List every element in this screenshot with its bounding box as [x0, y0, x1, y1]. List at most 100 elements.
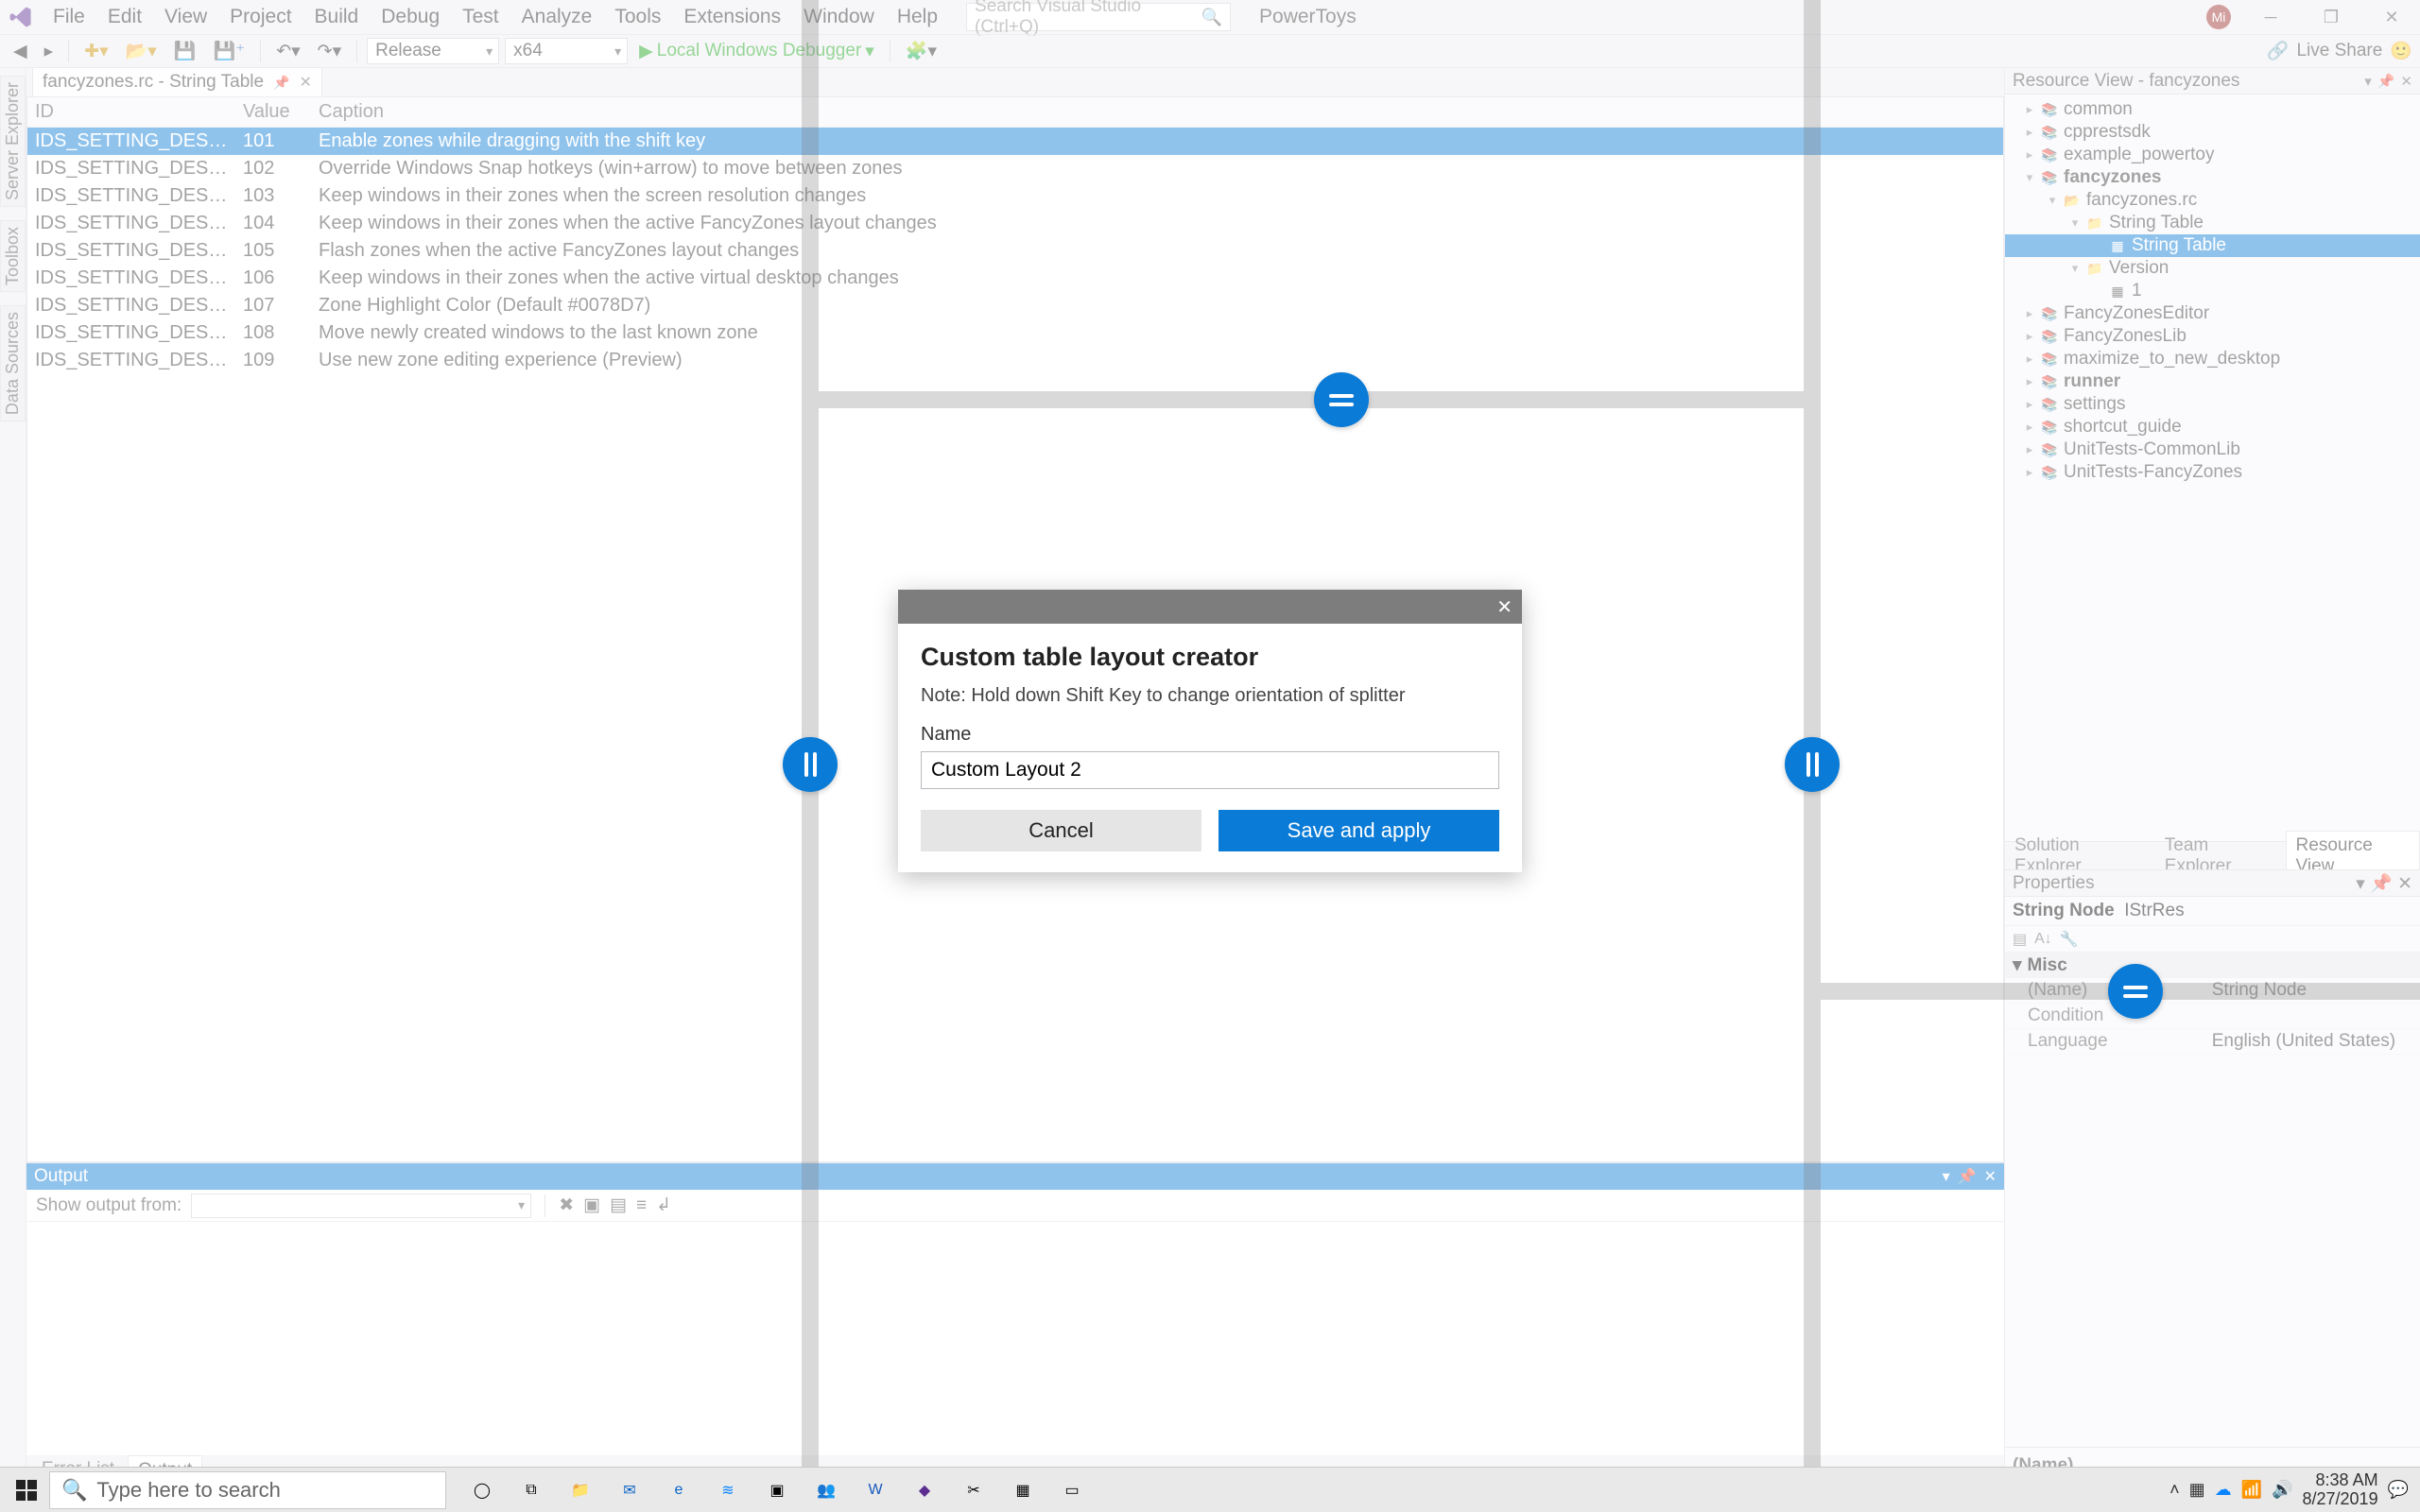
cortana-icon[interactable]: ◯	[459, 1468, 505, 1512]
tree-node[interactable]: ▸📚common	[2005, 98, 2420, 121]
col-header-id[interactable]: ID	[27, 97, 235, 128]
output-clear-button[interactable]: ✖	[559, 1194, 574, 1216]
panel-close-icon[interactable]: ✕	[2400, 73, 2412, 90]
running-app-icon[interactable]: ▭	[1049, 1468, 1095, 1512]
live-share-button[interactable]: 🔗 Live Share 🙂	[2267, 40, 2412, 62]
table-row[interactable]: IDS_SETTING_DESCRIPTION_...106Keep windo…	[27, 265, 2003, 292]
props-alpha-icon[interactable]: A↓	[2034, 931, 2052, 948]
start-button[interactable]	[4, 1468, 49, 1512]
menu-window[interactable]: Window	[794, 2, 884, 32]
prop-row[interactable]: (Name)String Node	[2005, 978, 2420, 1004]
layout-name-input[interactable]	[921, 751, 1499, 789]
output-toggle-3[interactable]: ≡	[636, 1195, 647, 1216]
window-close-icon[interactable]: ✕	[2371, 3, 2412, 31]
undo-button[interactable]: ↶▾	[270, 39, 305, 64]
user-avatar[interactable]: Mi	[2206, 5, 2231, 29]
toolbar-misc-button[interactable]: 🧩▾	[900, 38, 942, 64]
edge-icon[interactable]: e	[656, 1468, 701, 1512]
tree-node-selected[interactable]: ▦String Table	[2005, 234, 2420, 257]
document-tab[interactable]: fancyzones.rc - String Table 📌 ✕	[32, 67, 322, 96]
tray-overflow-icon[interactable]: ˄	[2169, 1480, 2180, 1500]
start-debug-button[interactable]: ▶ Local Windows Debugger ▾	[633, 39, 880, 64]
menu-help[interactable]: Help	[888, 2, 947, 32]
window-minimize-icon[interactable]: ─	[2250, 3, 2291, 31]
panel-close-icon[interactable]: ✕	[2397, 874, 2412, 894]
panel-pin-icon[interactable]: 📌	[2370, 874, 2393, 894]
props-pages-icon[interactable]: 🔧	[2060, 930, 2079, 949]
action-center-icon[interactable]: 💬	[2388, 1480, 2409, 1500]
solution-platform-select[interactable]: x64	[505, 38, 628, 64]
menu-file[interactable]: File	[43, 2, 95, 32]
tree-node[interactable]: ▸📚settings	[2005, 393, 2420, 416]
props-category-misc[interactable]: ▾Misc	[2005, 953, 2420, 978]
tree-node[interactable]: ▸📚shortcut_guide	[2005, 416, 2420, 438]
dialog-close-icon[interactable]: ✕	[1496, 595, 1512, 619]
window-restore-icon[interactable]: ❐	[2310, 3, 2352, 31]
toolbox-tab[interactable]: Toolbox	[0, 220, 26, 292]
table-row[interactable]: IDS_SETTING_DESCRIPTION_...105Flash zone…	[27, 237, 2003, 265]
output-wordwrap-button[interactable]: ↲	[656, 1194, 671, 1216]
resource-tree[interactable]: ▸📚common ▸📚cpprestsdk ▸📚example_powertoy…	[2005, 94, 2420, 841]
prop-row[interactable]: LanguageEnglish (United States)	[2005, 1029, 2420, 1055]
tray-volume-icon[interactable]: 🔊	[2272, 1480, 2292, 1500]
word-icon[interactable]: W	[853, 1468, 898, 1512]
terminal-icon[interactable]: ▣	[754, 1468, 800, 1512]
tray-network-icon[interactable]: 📶	[2241, 1480, 2262, 1500]
col-header-caption[interactable]: Caption	[311, 97, 2003, 128]
panel-pin-icon[interactable]: 📌	[2377, 73, 2395, 90]
tree-node[interactable]: ▦1	[2005, 280, 2420, 302]
save-apply-button[interactable]: Save and apply	[1219, 810, 1499, 851]
feedback-icon[interactable]: 🙂	[2390, 40, 2412, 62]
table-row[interactable]: IDS_SETTING_DESCRIPTION_...102Override W…	[27, 155, 2003, 182]
menu-test[interactable]: Test	[453, 2, 509, 32]
table-row[interactable]: IDS_SETTING_DESCRIPTION_...104Keep windo…	[27, 210, 2003, 237]
visual-studio-icon[interactable]: ◆	[902, 1468, 947, 1512]
menu-project[interactable]: Project	[220, 2, 301, 32]
table-row[interactable]: IDS_SETTING_DESCRIPTION_...101Enable zon…	[27, 128, 2003, 156]
taskbar-clock[interactable]: 8:38 AM 8/27/2019	[2303, 1471, 2378, 1509]
open-file-button[interactable]: 📂▾	[120, 38, 163, 64]
outlook-icon[interactable]: ✉	[607, 1468, 652, 1512]
tray-onedrive-icon[interactable]: ☁	[2215, 1480, 2232, 1500]
output-source-select[interactable]	[191, 1194, 531, 1218]
tree-node[interactable]: ▸📚runner	[2005, 370, 2420, 393]
task-view-icon[interactable]: ⧉	[509, 1468, 554, 1512]
col-header-value[interactable]: Value	[235, 97, 311, 128]
menu-analyze[interactable]: Analyze	[512, 2, 602, 32]
tree-node[interactable]: ▸📚cpprestsdk	[2005, 121, 2420, 144]
nav-back-button[interactable]: ◀	[8, 39, 33, 64]
string-table[interactable]: ID Value Caption IDS_SETTING_DESCRIPTION…	[27, 97, 2003, 374]
props-categorized-icon[interactable]: ▤	[2013, 930, 2027, 949]
menu-edit[interactable]: Edit	[98, 2, 151, 32]
panel-dropdown-icon[interactable]: ▾	[1943, 1167, 1950, 1186]
nav-forward-button[interactable]: ▸	[39, 39, 60, 64]
menu-tools[interactable]: Tools	[605, 2, 670, 32]
splitter-handle-horizontal[interactable]	[2108, 964, 2163, 1019]
panel-pin-icon[interactable]: 📌	[1958, 1167, 1977, 1186]
pin-icon[interactable]: 📌	[273, 75, 289, 91]
menu-extensions[interactable]: Extensions	[674, 2, 790, 32]
tray-app-icon[interactable]: ▦	[2189, 1480, 2205, 1500]
solution-config-select[interactable]: Release	[367, 38, 499, 64]
save-all-button[interactable]: 💾⁺	[208, 38, 251, 64]
vscode-icon[interactable]: ≋	[705, 1468, 751, 1512]
tree-node[interactable]: ▸📚example_powertoy	[2005, 144, 2420, 166]
save-button[interactable]: 💾	[168, 38, 202, 64]
tree-node[interactable]: ▸📚FancyZonesLib	[2005, 325, 2420, 348]
taskbar-search[interactable]: 🔍 Type here to search	[49, 1471, 446, 1509]
tree-node[interactable]: ▾📚fancyzones	[2005, 166, 2420, 189]
panel-dropdown-icon[interactable]: ▾	[2356, 874, 2365, 894]
prop-row[interactable]: Condition	[2005, 1004, 2420, 1029]
new-project-button[interactable]: ✚▾	[78, 39, 113, 64]
file-explorer-icon[interactable]: 📁	[558, 1468, 603, 1512]
dialog-header[interactable]: ✕	[898, 590, 1522, 624]
redo-button[interactable]: ↷▾	[312, 39, 347, 64]
panel-close-icon[interactable]: ✕	[1984, 1167, 1996, 1186]
data-sources-tab[interactable]: Data Sources	[0, 305, 26, 421]
tree-node[interactable]: ▸📚UnitTests-CommonLib	[2005, 438, 2420, 461]
snip-icon[interactable]: ✂	[951, 1468, 996, 1512]
table-row[interactable]: IDS_SETTING_DESCRIPTION_...109Use new zo…	[27, 347, 2003, 374]
output-toggle-1[interactable]: ▣	[583, 1194, 600, 1216]
tree-node[interactable]: ▸📚FancyZonesEditor	[2005, 302, 2420, 325]
tree-node[interactable]: ▾📁Version	[2005, 257, 2420, 280]
